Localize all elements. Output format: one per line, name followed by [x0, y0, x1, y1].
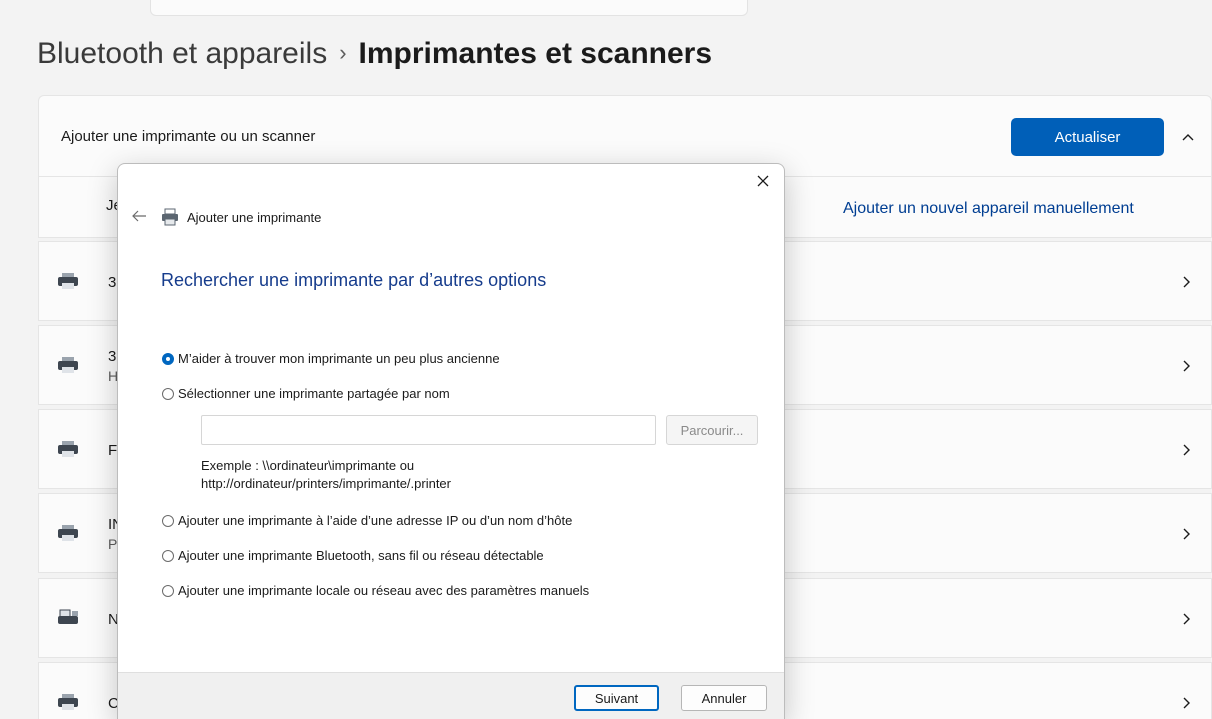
- back-arrow-icon[interactable]: [130, 208, 148, 224]
- close-icon[interactable]: [752, 170, 774, 192]
- add-printer-dialog: Ajouter une imprimante Rechercher une im…: [117, 163, 785, 719]
- chevron-right-icon: [1183, 528, 1190, 540]
- browse-button[interactable]: Parcourir...: [666, 415, 758, 445]
- option-label: M’aider à trouver mon imprimante un peu …: [178, 351, 500, 366]
- chevron-up-icon[interactable]: [1177, 126, 1199, 148]
- cancel-button[interactable]: Annuler: [681, 685, 767, 711]
- option-local-manual[interactable]: Ajouter une imprimante locale ou réseau …: [162, 583, 589, 598]
- example-text: Exemple : \\ordinateur\imprimante ou htt…: [201, 457, 451, 493]
- chevron-right-icon: [1183, 360, 1190, 372]
- breadcrumb-current: Imprimantes et scanners: [358, 37, 713, 70]
- option-older-printer[interactable]: M’aider à trouver mon imprimante un peu …: [162, 351, 500, 366]
- option-label: Ajouter une imprimante Bluetooth, sans f…: [178, 548, 544, 563]
- multifunction-printer-icon: [58, 609, 78, 624]
- printer-icon: [162, 208, 178, 226]
- add-manually-link[interactable]: Ajouter un nouvel appareil manuellement: [843, 200, 1134, 218]
- radio-checked[interactable]: [162, 353, 174, 365]
- dialog-title: Ajouter une imprimante: [187, 210, 322, 225]
- chevron-right-icon: [1183, 276, 1190, 288]
- breadcrumb-parent[interactable]: Bluetooth et appareils: [37, 37, 327, 70]
- printer-icon: [58, 357, 78, 373]
- breadcrumb-separator: ›: [339, 40, 347, 65]
- printer-icon: [58, 273, 78, 289]
- next-button[interactable]: Suivant: [574, 685, 659, 711]
- option-bluetooth-wireless[interactable]: Ajouter une imprimante Bluetooth, sans f…: [162, 548, 544, 563]
- example-line: http://ordinateur/printers/imprimante/.p…: [201, 476, 451, 491]
- add-printer-label: Ajouter une imprimante ou un scanner: [61, 128, 316, 145]
- option-ip-hostname[interactable]: Ajouter une imprimante à l’aide d’une ad…: [162, 513, 572, 528]
- option-label: Ajouter une imprimante locale ou réseau …: [178, 583, 590, 598]
- chevron-right-icon: [1183, 613, 1190, 625]
- dialog-heading: Rechercher une imprimante par d’autres o…: [161, 270, 547, 290]
- settings-window: Bluetooth et appareils › Imprimantes et sc…: [0, 0, 1212, 719]
- dialog-footer: Suivant Annuler: [118, 672, 784, 719]
- example-line: Exemple : \\ordinateur\imprimante ou: [201, 458, 415, 473]
- radio[interactable]: [162, 585, 174, 597]
- printer-name: 3: [108, 274, 117, 291]
- page-title: Bluetooth et appareils › Imprimantes et sc…: [37, 34, 712, 76]
- printer-name: 3: [108, 348, 117, 365]
- chevron-right-icon: [1183, 697, 1190, 709]
- printer-name: F: [108, 442, 118, 459]
- shared-printer-name-input[interactable]: [201, 415, 656, 445]
- radio[interactable]: [162, 515, 174, 527]
- chevron-right-icon: [1183, 444, 1190, 456]
- radio[interactable]: [162, 550, 174, 562]
- printer-icon: [58, 525, 78, 541]
- printer-icon: [58, 441, 78, 457]
- option-shared-by-name[interactable]: Sélectionner une imprimante partagée par…: [162, 386, 450, 401]
- printer-icon: [58, 694, 78, 710]
- printer-status: P: [108, 536, 118, 552]
- search-box[interactable]: [150, 0, 748, 16]
- radio[interactable]: [162, 388, 174, 400]
- option-label: Sélectionner une imprimante partagée par…: [178, 386, 450, 401]
- option-label: Ajouter une imprimante à l’aide d’une ad…: [178, 513, 573, 528]
- refresh-button[interactable]: Actualiser: [1011, 118, 1164, 156]
